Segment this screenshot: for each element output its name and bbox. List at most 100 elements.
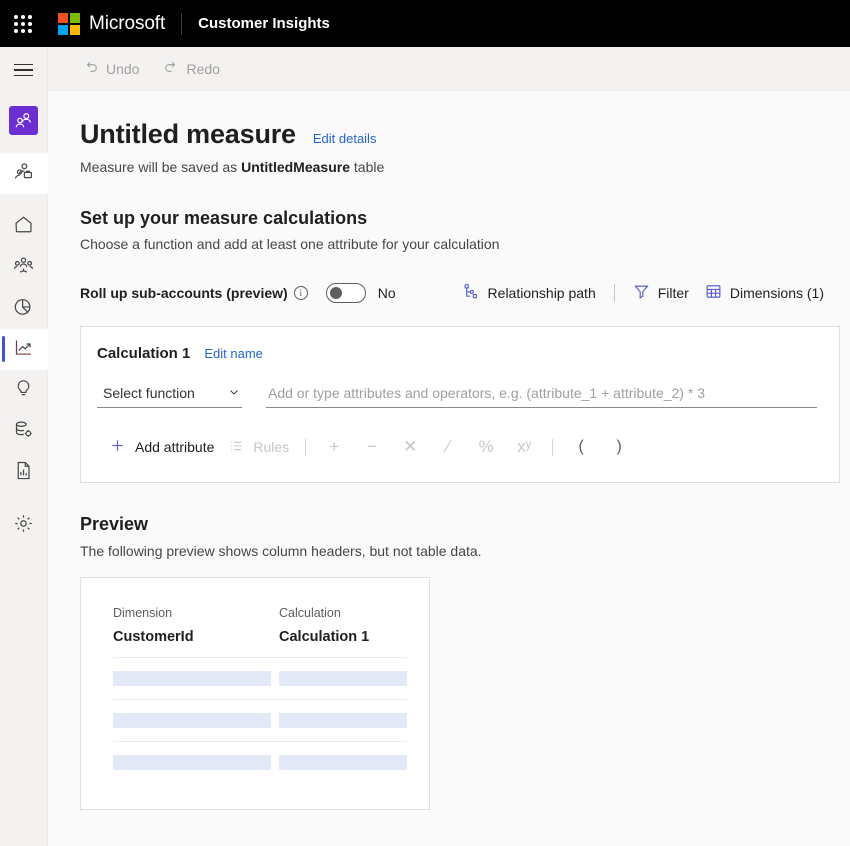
add-attribute-button[interactable]: Add attribute [102,432,221,462]
gear-icon [13,513,34,539]
preview-subtitle: The following preview shows column heade… [80,543,482,559]
operator-plus-button[interactable]: + [315,432,353,462]
operator-multiply-button[interactable]: ✕ [391,432,429,462]
operator-power-button[interactable]: xʸ [505,432,543,462]
redo-button[interactable]: Redo [154,53,228,85]
lightbulb-icon [13,378,34,404]
page-title: Untitled measure [80,119,296,149]
preview-table: Dimension Calculation CustomerId Calcula… [113,606,407,783]
add-attribute-label: Add attribute [135,439,215,455]
microsoft-brand-label: Microsoft [89,12,166,34]
relationship-path-button[interactable]: Relationship path [455,278,604,308]
operator-minus-button[interactable]: − [353,432,391,462]
redo-label: Redo [186,60,220,77]
left-navigation-rail [0,47,48,846]
subtitle-table-name: UntitledMeasure [241,159,350,175]
placeholder-bar [113,671,271,686]
section-subtitle: Choose a function and add at least one a… [80,236,500,252]
suite-header-bar: Microsoft Customer Insights [0,0,850,47]
select-function-label: Select function [103,385,195,401]
sidebar-item-home[interactable] [0,206,48,247]
placeholder-bar [113,713,271,728]
operator-divide-button[interactable]: ∕ [429,432,467,462]
database-gear-icon [13,419,34,445]
sidebar-item-customer-profile[interactable] [0,153,48,194]
chevron-down-icon [228,386,240,401]
sidebar-item-data[interactable] [0,411,48,452]
toolbar-divider-1 [305,438,307,456]
microsoft-logo-icon [58,12,80,35]
relationship-path-icon [463,283,480,303]
trending-chart-icon [13,337,34,363]
page-header: Untitled measure Edit details [80,119,850,150]
suite-divider [181,12,183,35]
sidebar-item-enrichment[interactable] [0,370,48,411]
sidebar-item-admin[interactable] [0,505,48,546]
preview-col-hint-dimension: Dimension [113,606,173,620]
sidebar-item-segments[interactable] [0,247,48,288]
funnel-filter-icon [633,283,650,303]
preview-title: Preview [80,514,149,534]
hamburger-menu-button[interactable] [0,47,48,93]
undo-arrow-icon [83,59,99,78]
filter-label: Filter [657,285,689,301]
customer-insights-app: Microsoft Customer Insights Undo Redo Un… [0,0,850,846]
rules-label: Rules [253,439,290,455]
table-grid-icon [705,283,722,303]
person-with-badge-icon [13,161,34,187]
info-circle-icon[interactable]: i [293,286,308,300]
toggle-knob [329,287,342,299]
main-content-area: Untitled measure Edit details Measure wi… [48,91,850,846]
placeholder-bar [113,755,271,770]
sidebar-item-measures[interactable] [0,329,48,370]
relationship-path-label: Relationship path [487,285,596,301]
rollup-subaccounts-label: Roll up sub-accounts (preview) [80,285,288,301]
sidebar-item-audience-insights[interactable] [0,100,48,141]
calculation-toolbar: Add attribute Rules + − ✕ ∕ % xʸ () [97,432,817,462]
table-row [113,699,407,742]
operator-open-paren-button[interactable]: ( [562,432,600,462]
table-row [113,657,407,700]
subtitle-prefix: Measure will be saved as [80,159,242,175]
measure-controls-row: Roll up sub-accounts (preview) i No Rela… [80,278,850,308]
table-row [113,741,407,783]
home-icon [13,214,34,240]
rules-button[interactable]: Rules [221,432,296,462]
dimensions-button[interactable]: Dimensions (1) [697,278,832,308]
bulleted-list-icon [228,438,244,457]
select-function-dropdown[interactable]: Select function [97,385,242,408]
sidebar-item-measures-pie[interactable] [0,288,48,329]
two-people-icon [9,106,38,135]
preview-col-name-dimension: CustomerId [113,629,194,645]
calculation-name: Calculation 1 [97,345,191,362]
waffle-menu-button[interactable] [0,0,46,47]
calculation-inputs-row: Select function Add or type attributes a… [97,385,817,408]
undo-label: Undo [106,60,140,77]
preview-col-name-calculation: Calculation 1 [279,629,370,645]
command-bar: Undo Redo [48,47,850,91]
redo-arrow-icon [163,59,179,78]
pie-chart-icon [13,296,34,322]
people-group-icon [13,255,34,281]
operator-close-paren-button[interactable]: ) [600,432,638,462]
expression-input[interactable]: Add or type attributes and operators, e.… [266,385,817,408]
sidebar-item-reports[interactable] [0,452,48,493]
preview-card: Dimension Calculation CustomerId Calcula… [80,577,430,810]
operator-percent-button[interactable]: % [467,432,505,462]
placeholder-bar [279,671,407,686]
edit-details-link[interactable]: Edit details [313,131,377,146]
rollup-subaccounts-toggle[interactable] [325,283,366,303]
filter-button[interactable]: Filter [625,278,697,308]
preview-col-spacer [271,606,279,629]
undo-button[interactable]: Undo [74,53,148,85]
edit-name-link[interactable]: Edit name [204,346,263,361]
measure-actions-group: Relationship path Filter Dimensions (1) [455,278,832,308]
preview-col-hint-calculation: Calculation [279,606,341,620]
subtitle-suffix: table [350,159,385,175]
placeholder-bar [279,755,407,770]
rollup-toggle-state-label: No [377,285,396,301]
plus-icon [109,437,126,457]
dimensions-label: Dimensions (1) [729,285,824,301]
calculation-header: Calculation 1 Edit name [97,345,817,362]
report-document-icon [13,460,34,486]
